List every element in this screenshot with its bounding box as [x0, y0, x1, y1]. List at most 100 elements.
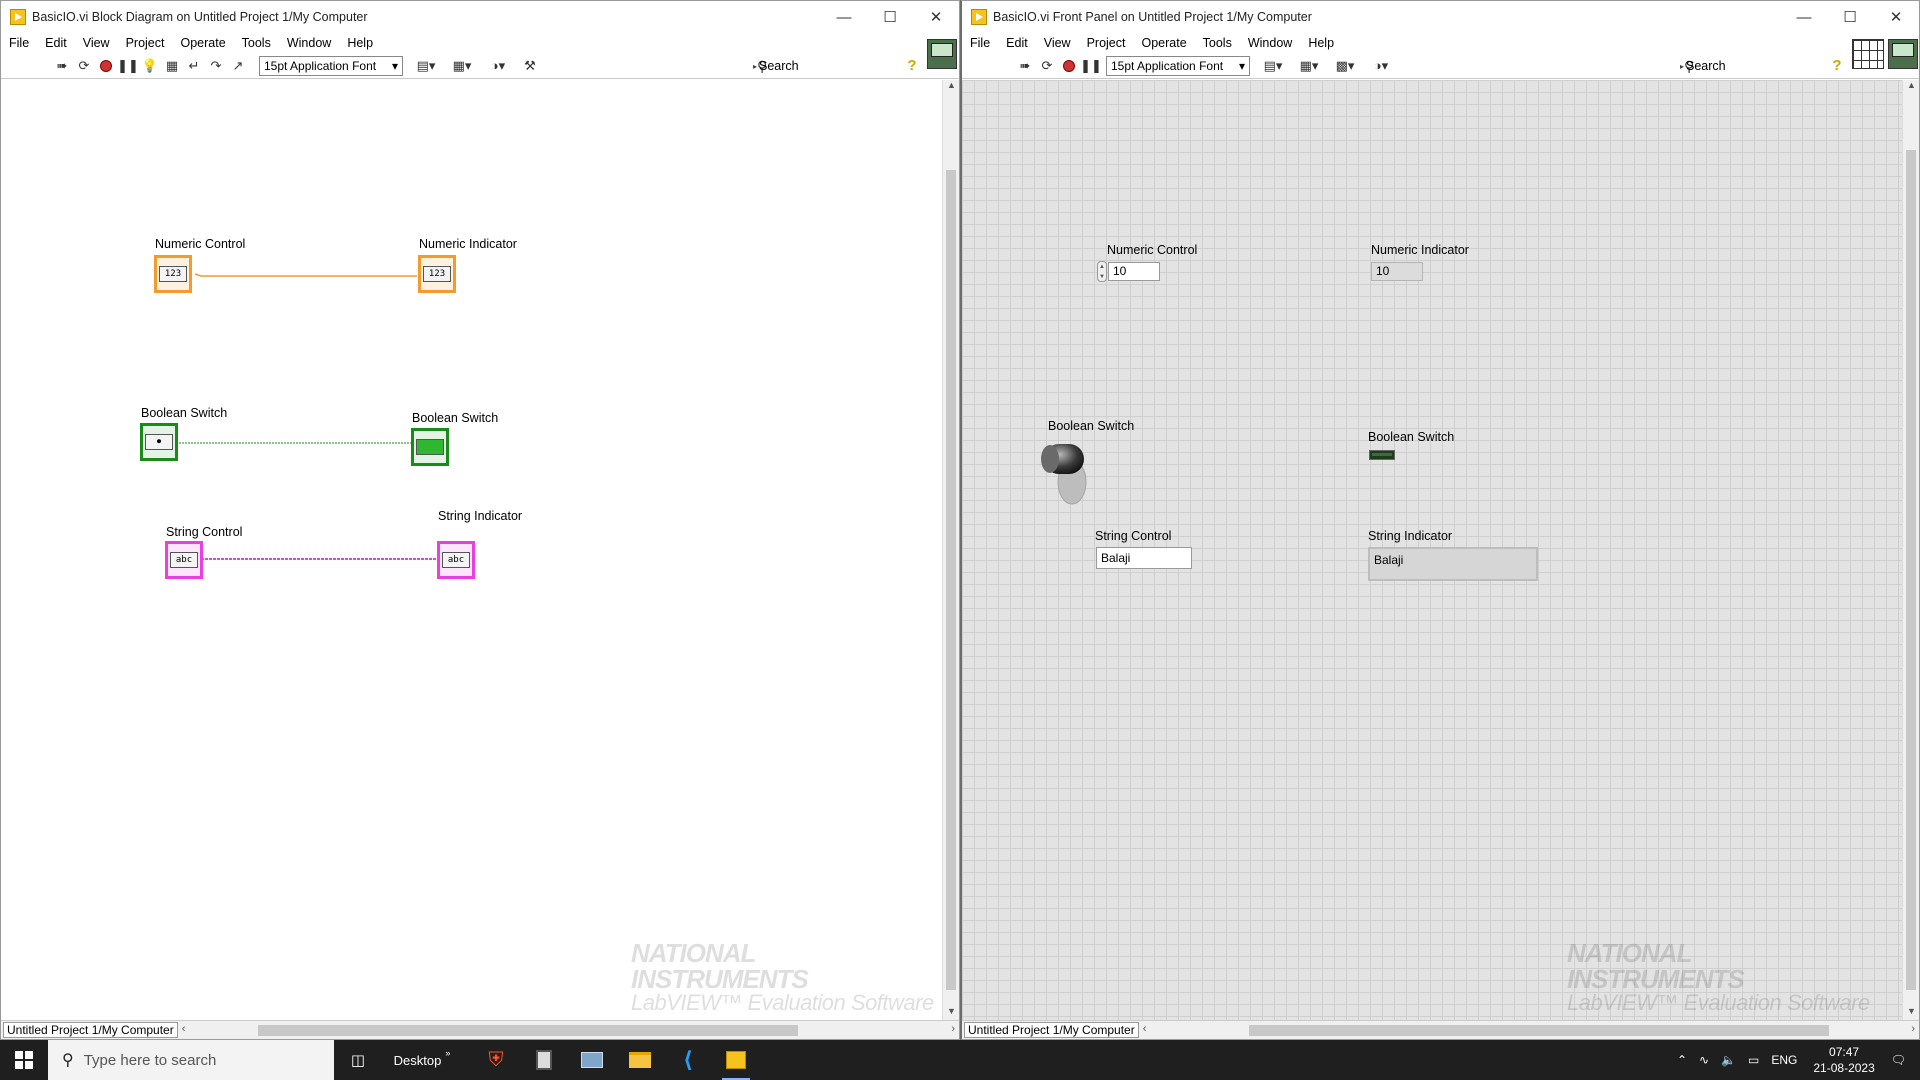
title-bar[interactable]: BasicIO.vi Front Panel on Untitled Proje… — [962, 1, 1919, 33]
run-arrow-icon[interactable]: ➠ — [1014, 55, 1036, 77]
close-button[interactable]: ✕ — [913, 1, 959, 33]
string-indicator-label[interactable]: String Indicator — [438, 509, 522, 523]
highlight-execution-icon[interactable]: 💡 — [139, 55, 161, 77]
boolean-control-label[interactable]: Boolean Switch — [141, 406, 227, 420]
retain-wire-values-icon[interactable]: ▦ — [161, 55, 183, 77]
scroll-up-icon[interactable]: ▲ — [943, 80, 959, 96]
vertical-scrollbar[interactable]: ▲ ▼ — [942, 80, 959, 1022]
search-box[interactable]: ▸ Search ⚲ — [1680, 56, 1820, 76]
string-control-input[interactable]: Balaji — [1096, 547, 1192, 569]
menu-file[interactable]: File — [962, 36, 998, 50]
numeric-indicator-terminal[interactable]: 123 — [418, 255, 456, 293]
font-dropdown[interactable]: 15pt Application Font ▾ — [259, 55, 403, 76]
vscode-icon[interactable]: ⟨ — [664, 1040, 712, 1080]
pause-icon[interactable]: ❚❚ — [117, 55, 139, 77]
menu-window[interactable]: Window — [279, 36, 339, 50]
close-button[interactable]: ✕ — [1873, 1, 1919, 33]
help-icon[interactable]: ? — [1828, 57, 1846, 75]
boolean-control-terminal[interactable]: ⏺ — [140, 423, 178, 461]
mail-app-icon[interactable] — [568, 1040, 616, 1080]
vi-icon[interactable] — [1888, 39, 1918, 69]
battery-icon[interactable]: ▭ — [1748, 1053, 1759, 1067]
align-objects-icon[interactable]: ▤▾ — [411, 55, 441, 77]
scroll-right-icon[interactable]: › — [1911, 1023, 1915, 1035]
notification-icon[interactable]: 🗨 — [1891, 1053, 1906, 1067]
labview-taskbar-icon[interactable] — [712, 1040, 760, 1080]
menu-view[interactable]: View — [1036, 36, 1079, 50]
scroll-up-icon[interactable]: ▲ — [1903, 80, 1919, 96]
project-context[interactable]: Untitled Project 1/My Computer — [964, 1022, 1139, 1038]
distribute-objects-icon[interactable]: ▦▾ — [1294, 55, 1324, 77]
menu-window[interactable]: Window — [1240, 36, 1300, 50]
font-dropdown[interactable]: 15pt Application Font ▾ — [1106, 55, 1250, 76]
menu-edit[interactable]: Edit — [998, 36, 1036, 50]
clock[interactable]: 07:47 21-08-2023 — [1813, 1044, 1874, 1076]
menu-operate[interactable]: Operate — [1133, 36, 1194, 50]
toggle-switch[interactable] — [1034, 434, 1104, 514]
run-continuously-icon[interactable]: ⟳ — [73, 55, 95, 77]
numeric-indicator-label[interactable]: Numeric Indicator — [419, 237, 517, 251]
menu-edit[interactable]: Edit — [37, 36, 75, 50]
menu-tools[interactable]: Tools — [234, 36, 279, 50]
start-button[interactable] — [0, 1040, 48, 1080]
menu-help[interactable]: Help — [1300, 36, 1342, 50]
scroll-right-icon[interactable]: › — [951, 1023, 955, 1035]
scroll-left-icon[interactable]: ‹ — [182, 1023, 186, 1035]
menu-project[interactable]: Project — [1079, 36, 1134, 50]
maximize-button[interactable]: ☐ — [1827, 1, 1873, 33]
clean-up-diagram-icon[interactable]: ⚒ — [519, 55, 541, 77]
scroll-thumb[interactable] — [1906, 150, 1916, 990]
chevron-up-icon[interactable]: ⌃ — [1677, 1053, 1687, 1067]
horizontal-scrollbar[interactable]: ‹ › — [1139, 1022, 1919, 1039]
numeric-indicator-label[interactable]: Numeric Indicator — [1371, 243, 1469, 257]
project-context[interactable]: Untitled Project 1/My Computer — [3, 1022, 178, 1038]
scroll-thumb[interactable] — [946, 170, 956, 990]
pause-icon[interactable]: ❚❚ — [1080, 55, 1102, 77]
boolean-indicator-terminal[interactable] — [411, 428, 449, 466]
abort-icon[interactable] — [1058, 55, 1080, 77]
minimize-button[interactable]: — — [821, 1, 867, 33]
numeric-control-input[interactable]: 10 — [1108, 262, 1160, 281]
vertical-scrollbar[interactable]: ▲ ▼ — [1902, 80, 1919, 1022]
menu-tools[interactable]: Tools — [1195, 36, 1240, 50]
step-over-icon[interactable]: ↷ — [205, 55, 227, 77]
boolean-indicator-label[interactable]: Boolean Switch — [1368, 430, 1454, 444]
minimize-button[interactable]: — — [1781, 1, 1827, 33]
menu-operate[interactable]: Operate — [172, 36, 233, 50]
string-indicator-terminal[interactable]: abc — [437, 541, 475, 579]
network-icon[interactable]: ∿ — [1699, 1053, 1709, 1067]
distribute-objects-icon[interactable]: ▦▾ — [447, 55, 477, 77]
block-diagram-canvas[interactable]: Numeric Control 123 Numeric Indicator 12… — [1, 80, 942, 1022]
boolean-indicator-label[interactable]: Boolean Switch — [412, 411, 498, 425]
run-continuously-icon[interactable]: ⟳ — [1036, 55, 1058, 77]
step-into-icon[interactable]: ↵ — [183, 55, 205, 77]
menu-project[interactable]: Project — [118, 36, 173, 50]
language-indicator[interactable]: ENG — [1771, 1053, 1797, 1067]
run-arrow-icon[interactable]: ➠ — [51, 55, 73, 77]
menu-view[interactable]: View — [75, 36, 118, 50]
connector-pane-icon[interactable] — [1852, 39, 1884, 69]
resize-objects-icon[interactable]: ▩▾ — [1330, 55, 1360, 77]
vi-icon[interactable] — [927, 39, 957, 69]
scroll-left-icon[interactable]: ‹ — [1143, 1023, 1147, 1035]
desktop-toolbar[interactable]: Desktop» — [382, 1040, 462, 1080]
numeric-control-terminal[interactable]: 123 — [154, 255, 192, 293]
brave-browser-icon[interactable]: ⛨ — [472, 1040, 520, 1080]
help-icon[interactable]: ? — [903, 57, 921, 75]
numeric-control-label[interactable]: Numeric Control — [1107, 243, 1197, 257]
abort-icon[interactable] — [95, 55, 117, 77]
string-control-label[interactable]: String Control — [166, 525, 242, 539]
front-panel-canvas[interactable]: Numeric Control ▲ ▼ 10 Numeric Indicator … — [962, 80, 1903, 1022]
align-objects-icon[interactable]: ▤▾ — [1258, 55, 1288, 77]
horizontal-scrollbar[interactable]: ‹ › — [178, 1022, 959, 1039]
search-box[interactable]: ▸ Search ⚲ — [753, 56, 893, 76]
maximize-button[interactable]: ☐ — [867, 1, 913, 33]
title-bar[interactable]: BasicIO.vi Block Diagram on Untitled Pro… — [1, 1, 959, 33]
menu-help[interactable]: Help — [339, 36, 381, 50]
scroll-thumb[interactable] — [257, 1024, 798, 1036]
task-view-icon[interactable]: ◫ — [334, 1040, 382, 1080]
calculator-icon[interactable] — [520, 1040, 568, 1080]
taskbar-search-box[interactable]: ⚲ Type here to search — [48, 1040, 334, 1080]
string-indicator-label[interactable]: String Indicator — [1368, 529, 1452, 543]
step-out-icon[interactable]: ↗ — [227, 55, 249, 77]
